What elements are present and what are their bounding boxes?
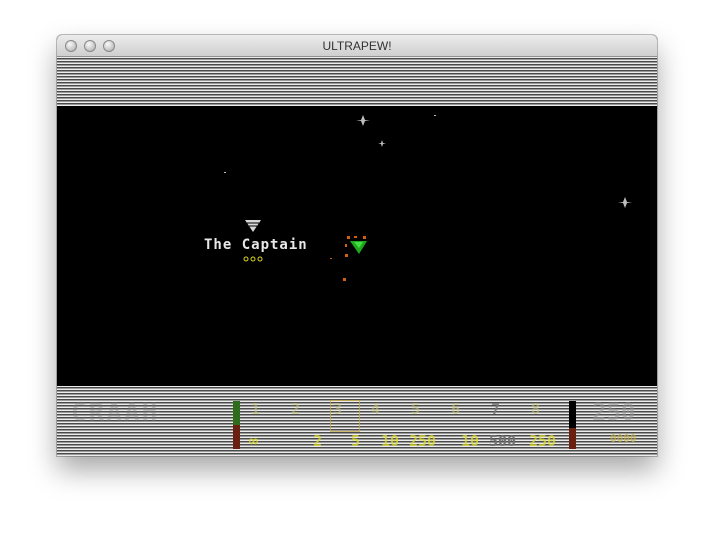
weapon-slot-number[interactable]: 4 bbox=[371, 400, 380, 418]
weapon-slot-number[interactable]: 3 bbox=[333, 400, 342, 418]
game-window: ULTRAPEW! The Captain CRAAH 1 2 3 4 5 6 … bbox=[57, 35, 657, 456]
weapon-ammo-count: 10 bbox=[461, 432, 480, 450]
weapon-slot-number[interactable]: 1 bbox=[251, 400, 260, 418]
weapon-slot-number[interactable]: 6 bbox=[451, 400, 460, 418]
ghost-score-text: CRAAH bbox=[71, 398, 160, 428]
top-scanline-band bbox=[57, 57, 657, 106]
weapon-slot-number[interactable]: 7 bbox=[491, 400, 500, 418]
weapon-ammo-count: 250 bbox=[529, 432, 557, 450]
sub-score-text: 0000 bbox=[610, 432, 637, 445]
player-name-label: The Captain bbox=[204, 237, 308, 253]
player-status-dots bbox=[243, 256, 263, 262]
title-bar: ULTRAPEW! bbox=[57, 35, 657, 57]
hud-bar: CRAAH 1 2 3 4 5 6 7 8 ∞ 2 5 10 250 10 50… bbox=[57, 386, 657, 456]
playfield[interactable]: The Captain bbox=[57, 106, 657, 386]
window-title: ULTRAPEW! bbox=[322, 39, 392, 53]
playfield-graphics bbox=[224, 115, 632, 281]
star bbox=[356, 115, 370, 126]
energy-meter bbox=[569, 401, 576, 449]
star bbox=[434, 115, 436, 116]
star bbox=[378, 140, 386, 147]
starfield bbox=[224, 115, 632, 208]
weapon-slot-number[interactable]: 5 bbox=[411, 400, 420, 418]
health-meter bbox=[233, 401, 240, 449]
star bbox=[224, 172, 226, 173]
weapon-ammo-count: ∞ bbox=[249, 432, 259, 450]
weapon-slot-number[interactable]: 8 bbox=[531, 400, 540, 418]
weapon-ammo-count: 500 bbox=[489, 432, 517, 450]
weapon-ammo-count: 10 bbox=[381, 432, 400, 450]
weapon-slot-number[interactable]: 2 bbox=[291, 400, 300, 418]
weapon-ammo-count: 250 bbox=[409, 432, 437, 450]
weapon-ammo-count: 5 bbox=[351, 432, 361, 450]
weapon-ammo-count: 2 bbox=[313, 432, 323, 450]
star bbox=[618, 197, 632, 208]
score-text: 250 bbox=[592, 398, 636, 426]
